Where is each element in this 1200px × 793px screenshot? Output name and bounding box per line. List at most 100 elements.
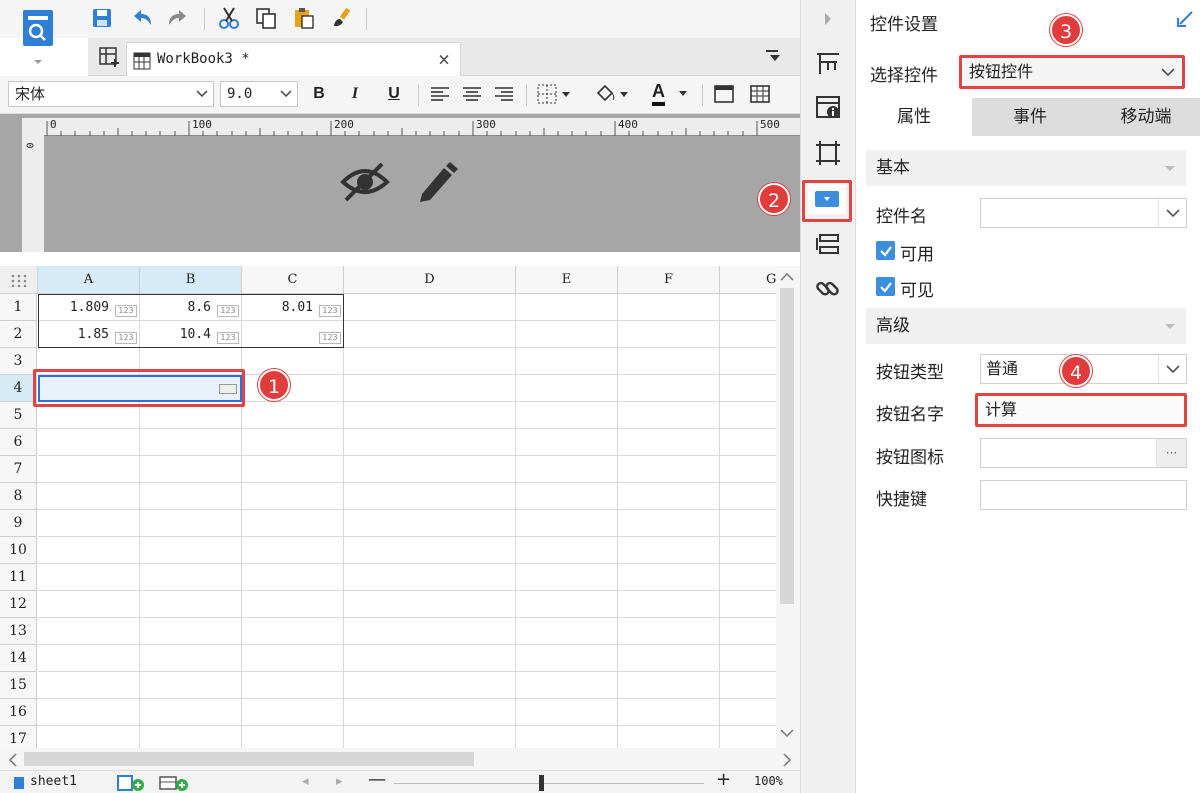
cell-a11[interactable] bbox=[38, 564, 140, 591]
row-header[interactable]: 13 bbox=[0, 618, 37, 645]
cell-f17[interactable] bbox=[618, 726, 720, 748]
column-header-d[interactable]: D bbox=[344, 266, 516, 294]
cell-g11[interactable] bbox=[720, 564, 776, 591]
cell-c3[interactable] bbox=[242, 348, 344, 375]
cell-f3[interactable] bbox=[618, 348, 720, 375]
prev-sheet-icon[interactable]: ◂ bbox=[302, 774, 309, 789]
cell-a6[interactable] bbox=[38, 429, 140, 456]
cell-d17[interactable] bbox=[344, 726, 516, 748]
align-right-icon[interactable] bbox=[490, 80, 518, 108]
cell-f5[interactable] bbox=[618, 402, 720, 429]
font-size-select[interactable]: 9.0 bbox=[220, 81, 298, 107]
cell-g10[interactable] bbox=[720, 537, 776, 564]
cell-c15[interactable] bbox=[242, 672, 344, 699]
cell-c5[interactable] bbox=[242, 402, 344, 429]
cell-e2[interactable] bbox=[516, 321, 618, 348]
underline-button[interactable]: U bbox=[380, 80, 408, 108]
cell-b1[interactable]: 8.6 123 bbox=[140, 294, 242, 321]
cell-a1[interactable]: 1.809 123 bbox=[38, 294, 140, 321]
merge-cells-icon[interactable] bbox=[710, 80, 738, 108]
cell-a12[interactable] bbox=[38, 591, 140, 618]
cell-e4[interactable] bbox=[516, 375, 618, 402]
cell-e10[interactable] bbox=[516, 537, 618, 564]
cell-d5[interactable] bbox=[344, 402, 516, 429]
column-header-c[interactable]: C bbox=[242, 266, 344, 294]
add-sheet-icon[interactable] bbox=[116, 774, 146, 792]
cell-g13[interactable] bbox=[720, 618, 776, 645]
cell-b7[interactable] bbox=[140, 456, 242, 483]
cell-d11[interactable] bbox=[344, 564, 516, 591]
cell-d6[interactable] bbox=[344, 429, 516, 456]
zoom-slider-thumb[interactable] bbox=[539, 775, 544, 791]
cell-f8[interactable] bbox=[618, 483, 720, 510]
cell-b16[interactable] bbox=[140, 699, 242, 726]
row-header[interactable]: 8 bbox=[0, 483, 37, 510]
cell-f1[interactable] bbox=[618, 294, 720, 321]
cell-f6[interactable] bbox=[618, 429, 720, 456]
cell-g6[interactable] bbox=[720, 429, 776, 456]
cell-f2[interactable] bbox=[618, 321, 720, 348]
next-sheet-icon[interactable]: ▸ bbox=[336, 774, 343, 789]
spreadsheet-grid[interactable]: A B C D E F G 1 2 3 4 5 6 7 8 9 10 11 12 13 14 15 16 17 … bbox=[0, 266, 776, 748]
cell-a2[interactable]: 1.85 123 bbox=[38, 321, 140, 348]
cut-icon[interactable] bbox=[215, 4, 243, 32]
cell-attributes-icon[interactable] bbox=[813, 92, 843, 122]
cell-c10[interactable] bbox=[242, 537, 344, 564]
cell-a17[interactable] bbox=[38, 726, 140, 748]
cell-d12[interactable] bbox=[344, 591, 516, 618]
cell-c1[interactable]: 8.01 123 bbox=[242, 294, 344, 321]
cell-b11[interactable] bbox=[140, 564, 242, 591]
cell-f16[interactable] bbox=[618, 699, 720, 726]
column-header-g[interactable]: G bbox=[720, 266, 776, 294]
cell-b17[interactable] bbox=[140, 726, 242, 748]
cell-d1[interactable] bbox=[344, 294, 516, 321]
cell-c4[interactable] bbox=[242, 375, 344, 402]
align-left-icon[interactable] bbox=[426, 80, 454, 108]
align-center-icon[interactable] bbox=[458, 80, 486, 108]
copy-icon[interactable] bbox=[252, 4, 280, 32]
cell-c16[interactable] bbox=[242, 699, 344, 726]
cell-b15[interactable] bbox=[140, 672, 242, 699]
cell-d13[interactable] bbox=[344, 618, 516, 645]
cell-g5[interactable] bbox=[720, 402, 776, 429]
cell-e7[interactable] bbox=[516, 456, 618, 483]
hide-designer-icon[interactable] bbox=[338, 158, 392, 204]
collapse-arrow-icon[interactable] bbox=[813, 4, 843, 34]
font-family-select[interactable]: 宋体 bbox=[8, 81, 214, 107]
cell-e6[interactable] bbox=[516, 429, 618, 456]
cell-a10[interactable] bbox=[38, 537, 140, 564]
cell-f11[interactable] bbox=[618, 564, 720, 591]
paste-icon[interactable] bbox=[290, 4, 318, 32]
cell-c12[interactable] bbox=[242, 591, 344, 618]
edit-pencil-icon[interactable] bbox=[412, 158, 458, 204]
cell-b2[interactable]: 10.4 123 bbox=[140, 321, 242, 348]
row-header[interactable]: 7 bbox=[0, 456, 37, 483]
cell-d4[interactable] bbox=[344, 375, 516, 402]
row-header[interactable]: 9 bbox=[0, 510, 37, 537]
app-menu-button[interactable] bbox=[18, 6, 58, 66]
section-basic[interactable]: 基本 bbox=[866, 150, 1186, 186]
row-header[interactable]: 5 bbox=[0, 402, 37, 429]
row-header[interactable]: 14 bbox=[0, 645, 37, 672]
minimize-panel-icon[interactable] bbox=[1176, 10, 1194, 28]
cell-c9[interactable] bbox=[242, 510, 344, 537]
float-element-icon[interactable] bbox=[813, 138, 843, 168]
cell-a15[interactable] bbox=[38, 672, 140, 699]
cell-e1[interactable] bbox=[516, 294, 618, 321]
row-header[interactable]: 12 bbox=[0, 591, 37, 618]
cell-a8[interactable] bbox=[38, 483, 140, 510]
cell-c14[interactable] bbox=[242, 645, 344, 672]
cell-a16[interactable] bbox=[38, 699, 140, 726]
section-advanced[interactable]: 高级 bbox=[866, 308, 1186, 344]
hyperlink-icon[interactable] bbox=[813, 274, 843, 304]
cell-a9[interactable] bbox=[38, 510, 140, 537]
cell-e9[interactable] bbox=[516, 510, 618, 537]
cell-a13[interactable] bbox=[38, 618, 140, 645]
button-icon-browse[interactable]: ··· bbox=[1156, 439, 1186, 467]
cell-d16[interactable] bbox=[344, 699, 516, 726]
cell-e15[interactable] bbox=[516, 672, 618, 699]
tab-close-icon[interactable]: × bbox=[438, 43, 450, 75]
cell-g2[interactable] bbox=[720, 321, 776, 348]
control-name-field[interactable] bbox=[980, 198, 1187, 228]
cell-d3[interactable] bbox=[344, 348, 516, 375]
